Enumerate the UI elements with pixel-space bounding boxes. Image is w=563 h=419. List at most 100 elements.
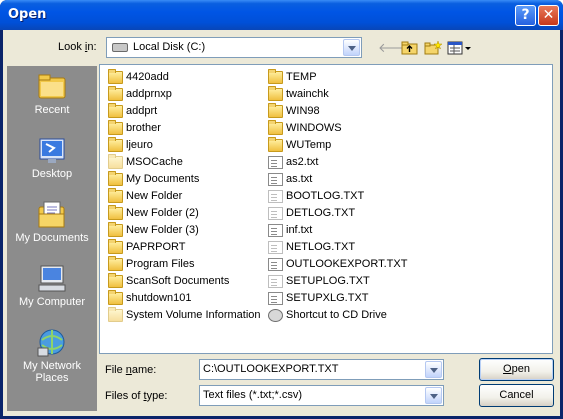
file-name-text: My Documents [126, 173, 200, 185]
place-recent[interactable]: Recent [7, 72, 97, 116]
folder-icon [108, 222, 123, 237]
files-of-type-label: Files of type: [105, 390, 168, 402]
open-button[interactable]: Open [479, 358, 554, 381]
system-text-file-icon [268, 207, 283, 220]
file-name-text: WINDOWS [286, 122, 342, 134]
my-documents-icon [36, 200, 68, 230]
file-name-dropdown-arrow[interactable] [425, 361, 442, 378]
folder-icon [108, 188, 123, 203]
file-name-text: System Volume Information [126, 309, 261, 321]
file-list-item[interactable]: ljeuro [106, 137, 261, 154]
look-in-combo[interactable]: Local Disk (C:) [106, 37, 362, 58]
file-name-text: NETLOG.TXT [286, 241, 356, 253]
file-name-text: Program Files [126, 258, 195, 270]
file-list-item[interactable]: New Folder (2) [106, 205, 261, 222]
file-column-1: 4420add addprnxp addprt brother ljeuro MSOCac… [106, 69, 261, 324]
file-name-text: WIN98 [286, 105, 320, 117]
folder-icon [108, 103, 123, 118]
folder-icon [108, 137, 123, 152]
file-list-item[interactable]: MSOCache [106, 154, 261, 171]
file-list-item[interactable]: System Volume Information [106, 307, 261, 324]
file-name-text: Shortcut to CD Drive [286, 309, 387, 321]
file-list-item[interactable]: WINDOWS [266, 120, 407, 137]
file-name-text: shutdown101 [126, 292, 192, 304]
file-list[interactable]: 4420add addprnxp addprt brother ljeuro MSOCac… [99, 64, 553, 354]
place-my-network[interactable]: My Network Places [7, 328, 97, 384]
file-list-item[interactable]: as.txt [266, 171, 407, 188]
my-computer-icon [36, 264, 68, 294]
place-my-documents[interactable]: My Documents [7, 200, 97, 244]
text-file-icon [268, 258, 283, 271]
close-button[interactable]: ✕ [538, 5, 559, 26]
text-file-icon [268, 156, 283, 169]
file-name-text: as2.txt [286, 156, 319, 168]
folder-icon [108, 205, 123, 220]
file-list-item[interactable]: addprt [106, 103, 261, 120]
place-my-computer[interactable]: My Computer [7, 264, 97, 308]
file-list-item[interactable]: My Documents [106, 171, 261, 188]
file-list-item[interactable]: New Folder [106, 188, 261, 205]
look-in-value: Local Disk (C:) [133, 41, 206, 53]
folder-icon [268, 103, 283, 118]
file-name-text: 4420add [126, 71, 169, 83]
file-list-item[interactable]: shutdown101 [106, 290, 261, 307]
file-name-text: twainchk [286, 88, 329, 100]
text-file-icon [268, 292, 283, 305]
file-list-item[interactable]: WIN98 [266, 103, 407, 120]
look-in-dropdown-arrow[interactable] [343, 39, 360, 56]
file-list-item[interactable]: Shortcut to CD Drive [266, 307, 407, 324]
file-list-item[interactable]: addprnxp [106, 86, 261, 103]
folder-icon [108, 239, 123, 254]
file-list-item[interactable]: OUTLOOKEXPORT.TXT [266, 256, 407, 273]
file-list-item[interactable]: SETUPXLG.TXT [266, 290, 407, 307]
file-list-item[interactable]: DETLOG.TXT [266, 205, 407, 222]
help-button[interactable]: ? [515, 5, 536, 26]
file-name-text: WUTemp [286, 139, 332, 151]
system-folder-icon [108, 307, 123, 322]
file-name-text: PAPRPORT [126, 241, 186, 253]
file-list-item[interactable]: New Folder (3) [106, 222, 261, 239]
file-list-item[interactable]: SETUPLOG.TXT [266, 273, 407, 290]
files-of-type-select[interactable]: Text files (*.txt;*.csv) [199, 385, 444, 406]
file-list-item[interactable]: Program Files [106, 256, 261, 273]
up-folder-icon[interactable] [401, 40, 419, 56]
file-name-input[interactable]: C:\OUTLOOKEXPORT.TXT [199, 359, 444, 380]
system-text-file-icon [268, 241, 283, 254]
network-icon [36, 328, 68, 358]
look-in-label: Look in: [58, 41, 97, 53]
folder-icon [108, 273, 123, 288]
new-folder-icon[interactable] [424, 40, 443, 56]
drive-icon [112, 43, 128, 52]
back-icon[interactable]: 🡐 [378, 40, 413, 56]
file-name-text: TEMP [286, 71, 317, 83]
file-list-item[interactable]: ScanSoft Documents [106, 273, 261, 290]
folder-icon [108, 256, 123, 271]
file-list-item[interactable]: as2.txt [266, 154, 407, 171]
file-name-label: File name: [105, 364, 157, 376]
folder-icon [268, 120, 283, 135]
desktop-icon [36, 136, 68, 166]
places-bar: Recent Desktop My Documents My Computer [7, 66, 97, 411]
view-menu-icon[interactable] [447, 40, 473, 56]
file-list-item[interactable]: WUTemp [266, 137, 407, 154]
file-list-item[interactable]: BOOTLOG.TXT [266, 188, 407, 205]
place-desktop[interactable]: Desktop [7, 136, 97, 180]
files-of-type-dropdown-arrow[interactable] [425, 387, 442, 404]
file-list-item[interactable]: PAPRPORT [106, 239, 261, 256]
files-of-type-value: Text files (*.txt;*.csv) [203, 389, 303, 401]
folder-icon [268, 86, 283, 101]
file-list-item[interactable]: inf.txt [266, 222, 407, 239]
file-column-2: TEMP twainchk WIN98 WINDOWS WUTemp as2.txt as.… [266, 69, 407, 324]
file-list-item[interactable]: TEMP [266, 69, 407, 86]
file-list-item[interactable]: 4420add [106, 69, 261, 86]
file-list-item[interactable]: NETLOG.TXT [266, 239, 407, 256]
text-file-icon [268, 173, 283, 186]
file-list-item[interactable]: twainchk [266, 86, 407, 103]
file-list-item[interactable]: brother [106, 120, 261, 137]
file-name-text: as.txt [286, 173, 313, 185]
cancel-button[interactable]: Cancel [479, 384, 554, 407]
cd-drive-shortcut-icon [268, 309, 283, 322]
dialog-body: Look in: Local Disk (C:) 🡐 Recent Deskto… [3, 30, 560, 416]
file-name-text: ScanSoft Documents [126, 275, 230, 287]
title-bar[interactable]: Open ? ✕ [0, 0, 563, 30]
